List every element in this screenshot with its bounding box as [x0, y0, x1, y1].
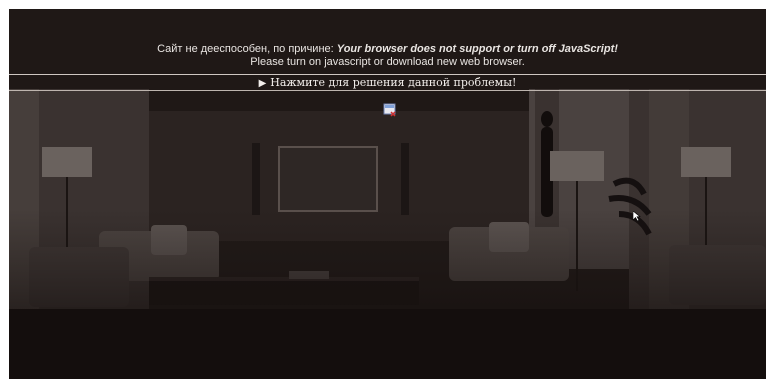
help-link-label: Нажмите для решения данной проблемы!: [270, 76, 517, 89]
play-triangle-icon: ▶: [258, 78, 267, 89]
warning-reason: Your browser does not support or turn of…: [336, 43, 618, 55]
warning-prefix: Сайт не дееспособен, по причине:: [157, 43, 334, 55]
mouse-cursor-icon: [633, 211, 641, 221]
warning-line-2: Please turn on javascript or download ne…: [250, 56, 525, 68]
broken-image-icon: [383, 103, 396, 117]
warning-line-1: Сайт не дееспособен, по причине: Your br…: [9, 43, 766, 56]
javascript-warning: Сайт не дееспособен, по причине: Your br…: [9, 43, 766, 69]
help-link[interactable]: ▶ Нажмите для решения данной проблемы!: [9, 76, 766, 91]
divider-top: [9, 74, 766, 75]
page-viewport: Сайт не дееспособен, по причине: Your br…: [9, 9, 766, 379]
divider-bottom: [9, 90, 766, 91]
